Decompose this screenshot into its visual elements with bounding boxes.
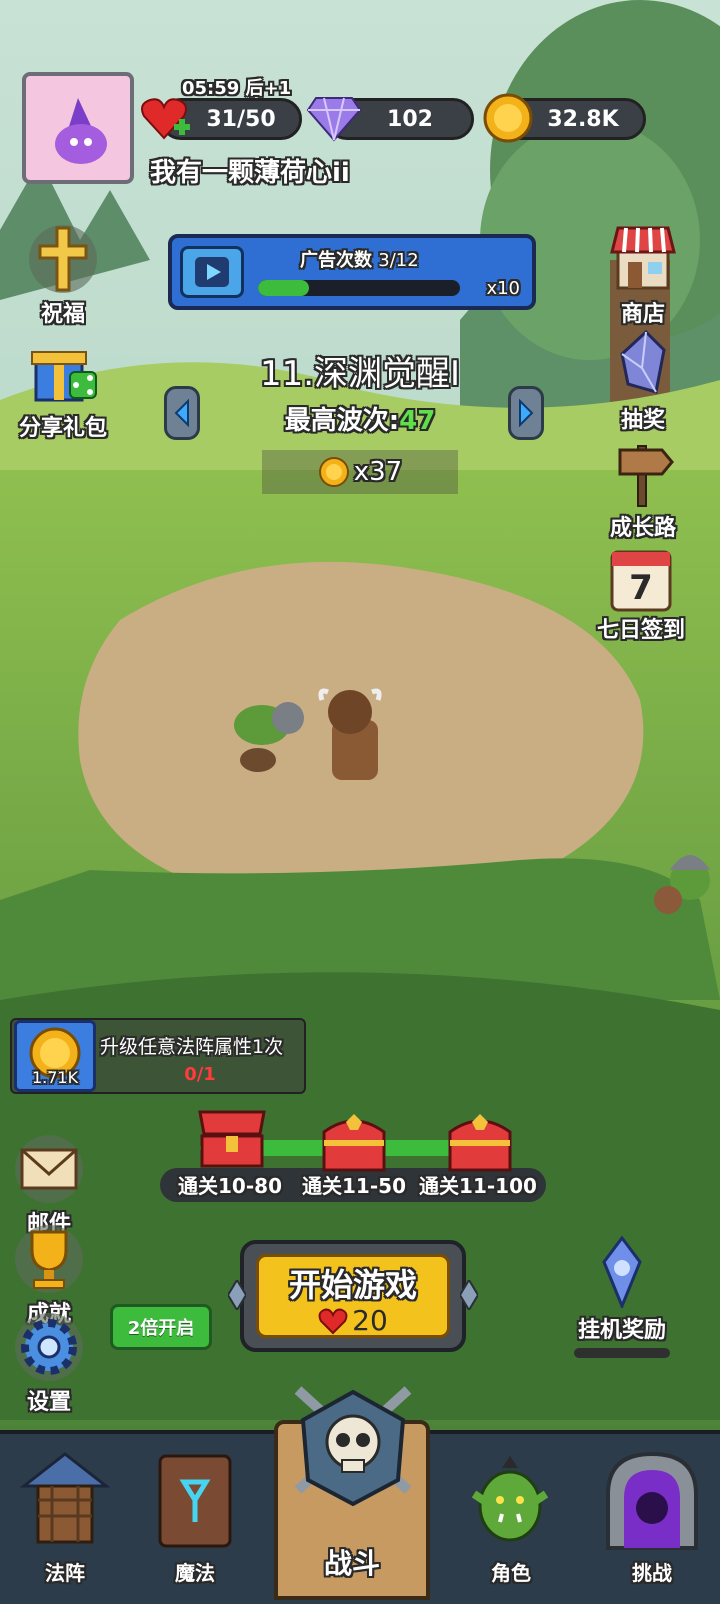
calendar-day-number: 7 <box>629 568 653 608</box>
start-game-button[interactable]: 开始游戏 20 <box>240 1240 466 1352</box>
double-speed-button[interactable]: 2倍开启 <box>110 1304 212 1350</box>
energy-timer: 05:59 后+1 <box>182 78 292 99</box>
cross-icon <box>29 225 97 293</box>
idle-reward-button[interactable]: 挂机奖励 <box>562 1235 682 1358</box>
lottery-label: 抽奖 <box>620 408 665 433</box>
video-play-icon <box>180 246 244 298</box>
idle-reward-bar <box>574 1348 670 1358</box>
chest-3-label: 通关11-100 <box>419 1174 537 1198</box>
lottery-button[interactable]: 抽奖 <box>588 328 698 434</box>
gift-share-icon <box>31 351 97 402</box>
settings-button[interactable]: 设置 <box>0 1310 104 1416</box>
tab-formation-label: 法阵 <box>45 1561 85 1585</box>
shop-label: 商店 <box>620 302 665 327</box>
tab-challenge[interactable]: 挑战 <box>584 1430 720 1600</box>
signpost-icon <box>618 445 674 507</box>
tab-challenge-label: 挑战 <box>632 1561 672 1585</box>
blessing-button[interactable]: 祝福 <box>8 222 118 328</box>
portal-icon <box>606 1451 698 1550</box>
tab-magic[interactable]: 魔法 <box>130 1430 260 1600</box>
growth-road-button[interactable]: 成长路 <box>588 436 698 542</box>
start-cost: 20 <box>244 1304 462 1337</box>
tab-formation[interactable]: 法阵 <box>0 1430 130 1600</box>
quest-progress: 0/1 <box>184 1064 216 1085</box>
shop-button[interactable]: 商店 <box>588 222 698 328</box>
chest-reward-1[interactable]: 通关10-80 <box>160 1106 300 1206</box>
tower-icon <box>20 1452 110 1544</box>
quest-panel[interactable]: 1.71K 升级任意法阵属性1次 0/1 <box>10 1018 306 1094</box>
avatar[interactable] <box>22 72 134 184</box>
trophy-icon <box>15 1225 83 1293</box>
shop-icon <box>610 226 676 290</box>
quest-reward-box: 1.71K <box>14 1020 96 1092</box>
best-wave-value: 47 <box>399 406 436 436</box>
stage-reward: x37 <box>262 450 458 494</box>
seven-day-checkin-button[interactable]: 7 七日签到 <box>586 542 696 644</box>
heart-icon <box>318 1308 348 1334</box>
tab-character-label: 角色 <box>491 1561 531 1585</box>
ad-progress-bar <box>258 280 460 296</box>
share-gift-label: 分享礼包 <box>18 416 107 441</box>
treasure-chest-icon <box>448 1114 512 1172</box>
coin-icon <box>318 457 349 487</box>
treasure-chest-open-icon <box>198 1110 266 1168</box>
idle-reward-label: 挂机奖励 <box>577 1318 666 1343</box>
ad-reward-panel[interactable]: 广告次数 3/12 x10 <box>168 234 536 310</box>
tab-character[interactable]: 角色 <box>446 1430 576 1600</box>
quest-text: 升级任意法阵属性1次 <box>100 1036 284 1058</box>
diamond-ornament-icon <box>460 1280 478 1310</box>
skull-swords-icon <box>294 1386 412 1507</box>
treasure-chest-icon <box>322 1114 386 1172</box>
tab-battle[interactable]: 战斗 <box>264 1380 440 1600</box>
chevron-right-icon <box>519 399 534 427</box>
diamond-ornament-icon <box>228 1280 246 1310</box>
player-name: 我有一颗薄荷心ii <box>150 158 350 188</box>
mail-icon <box>15 1135 83 1203</box>
ad-count-value: 3/12 <box>378 250 419 271</box>
coin-icon <box>483 93 533 143</box>
idle-crystal-icon <box>602 1235 642 1310</box>
chest-2-label: 通关11-50 <box>302 1174 406 1198</box>
blessing-label: 祝福 <box>40 302 85 327</box>
ad-progress-fill <box>258 280 309 296</box>
tab-magic-label: 魔法 <box>175 1561 215 1585</box>
orc-icon <box>471 1456 549 1542</box>
crystal-icon <box>620 329 666 394</box>
start-game-label: 开始游戏 <box>288 1266 417 1304</box>
ad-count-label: 广告次数 <box>300 250 372 271</box>
growth-road-label: 成长路 <box>609 516 676 541</box>
prev-stage-arrow[interactable] <box>164 386 200 440</box>
quest-reward-amount: 1.71K <box>31 1068 79 1087</box>
share-gift-button[interactable]: 分享礼包 <box>8 336 118 442</box>
diamond-icon <box>306 97 362 142</box>
avatar-cat-icon <box>55 98 107 164</box>
heart-plus-icon[interactable] <box>138 92 194 144</box>
chest-reward-2[interactable]: 通关11-50 <box>284 1106 424 1206</box>
tab-battle-label: 战斗 <box>323 1547 380 1580</box>
spellbook-icon <box>158 1454 232 1548</box>
chest-reward-3[interactable]: 通关11-100 <box>408 1106 548 1206</box>
settings-label: 设置 <box>26 1390 71 1415</box>
seven-day-checkin-label: 七日签到 <box>596 618 685 643</box>
next-stage-arrow[interactable] <box>508 386 544 440</box>
chevron-left-icon <box>174 399 189 427</box>
gear-icon <box>15 1313 83 1381</box>
ad-multiplier: x10 <box>486 278 520 299</box>
chest-1-label: 通关10-80 <box>178 1174 282 1198</box>
